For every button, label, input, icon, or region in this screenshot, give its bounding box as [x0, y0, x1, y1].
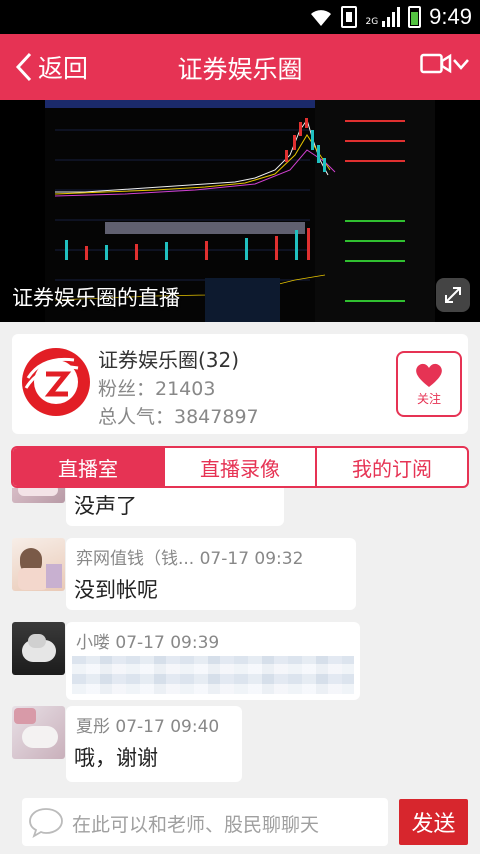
sim-icon — [341, 6, 358, 28]
message-bubble: 弈网值钱（钱... 07-17 09:32 没到帐呢 — [66, 538, 356, 610]
blurred-image — [72, 656, 354, 694]
signal-icon: 2G — [365, 7, 401, 27]
user-avatar — [12, 706, 65, 759]
tab-live-recordings[interactable]: 直播录像 — [163, 448, 315, 486]
wifi-icon — [311, 10, 332, 26]
fullscreen-button[interactable] — [436, 278, 470, 312]
video-camera-icon — [420, 53, 452, 74]
live-video-player[interactable]: 证券娱乐圈的直播 — [0, 100, 480, 322]
tab-bar: 直播室 直播录像 我的订阅 — [11, 446, 469, 488]
heart-icon — [416, 363, 442, 387]
battery-icon — [408, 6, 422, 28]
clock: 9:49 — [429, 4, 472, 29]
video-menu-button[interactable] — [420, 52, 470, 76]
send-button[interactable]: 发送 — [399, 799, 468, 845]
channel-profile-card: 证券娱乐圈(32) 粉丝：21403 总人气：3847897 关注 — [12, 334, 468, 434]
user-avatar — [12, 622, 65, 675]
tab-live-room[interactable]: 直播室 — [13, 448, 163, 486]
popularity-count: 总人气：3847897 — [98, 406, 259, 428]
channel-name: 证券娱乐圈(32) — [98, 348, 240, 372]
follow-label: 关注 — [416, 391, 441, 406]
user-avatar — [12, 488, 65, 503]
network-type: 2G — [365, 17, 379, 27]
tab-my-subscriptions[interactable]: 我的订阅 — [315, 448, 467, 486]
message-bubble: 没声了 — [66, 488, 284, 526]
message-text: 没到帐呢 — [74, 578, 158, 602]
expand-icon — [445, 287, 461, 303]
message-meta: 夏彤 07-17 09:40 — [76, 717, 220, 737]
chat-input[interactable]: 在此可以和老师、股民聊聊天 — [22, 798, 388, 846]
chat-list[interactable]: 没声了 弈网值钱（钱... 07-17 09:32 没到帐呢 小喽 07-17 … — [0, 488, 480, 786]
video-caption: 证券娱乐圈的直播 — [12, 286, 180, 310]
message-text: 哦，谢谢 — [74, 746, 158, 770]
app-header: 返回 证券娱乐圈 — [0, 34, 480, 100]
status-bar: 2G 9:49 — [0, 0, 480, 34]
chat-input-bar: 在此可以和老师、股民聊聊天 发送 — [0, 786, 480, 854]
chat-input-placeholder: 在此可以和老师、股民聊聊天 — [72, 814, 320, 836]
chat-bubble-icon — [29, 808, 63, 838]
page-title: 证券娱乐圈 — [177, 55, 303, 84]
follow-button[interactable]: 关注 — [396, 351, 462, 417]
channel-logo — [22, 348, 90, 416]
message-bubble: 小喽 07-17 09:39 — [66, 622, 360, 700]
message-text: 没声了 — [74, 494, 137, 518]
user-avatar — [12, 538, 65, 591]
chevron-down-icon — [453, 59, 469, 70]
message-meta: 小喽 07-17 09:39 — [76, 633, 220, 653]
message-meta: 弈网值钱（钱... 07-17 09:32 — [76, 549, 304, 569]
fans-count: 粉丝：21403 — [98, 378, 216, 400]
message-bubble: 夏彤 07-17 09:40 哦，谢谢 — [66, 706, 242, 782]
